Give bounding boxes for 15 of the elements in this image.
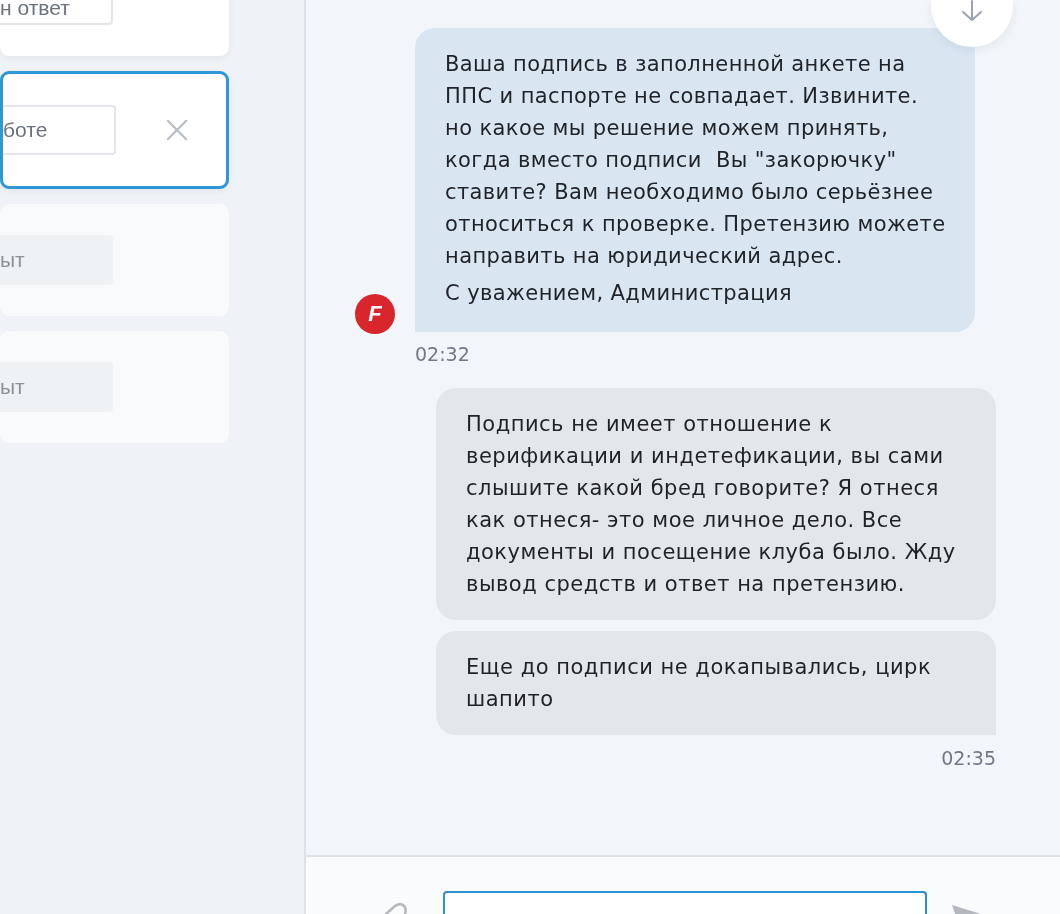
ticket-card[interactable]: н ответ <box>0 0 229 56</box>
status-field[interactable]: боте <box>3 105 116 155</box>
arrow-down-icon <box>961 0 983 22</box>
scroll-down-button[interactable] <box>931 0 1013 47</box>
message-text: Подпись не имеет отношение к верификации и индетефикации, вы сами слышите какой бред говорите? Я отнеся как отнеся- это мое личное дело. Все документы и посещение клуба было. Жду вывод средств и ответ на претензию. <box>466 411 957 598</box>
ticket-card[interactable]: боте <box>0 71 229 189</box>
message-input[interactable] <box>443 891 927 914</box>
status-field[interactable]: н ответ <box>0 0 113 25</box>
close-icon[interactable] <box>166 119 188 141</box>
message-text: Еще до подписи не докапывались, цирк шапито <box>466 654 933 713</box>
message-text: Ваша подпись в заполненной анкете на ППС и паспорте не совпадает. Извините. но какое мы решение можем принять, когда вместо подписи Вы "закорючку" ставите? Вам необходимо было серьёзнее относиться к проверке. Претензию можете направить на юридический адрес. <box>445 51 947 270</box>
avatar-logo: F <box>355 294 395 334</box>
message-text: С уважением, Администрация <box>445 280 794 307</box>
message-time: 02:35 <box>941 746 996 770</box>
message-time: 02:32 <box>415 342 470 366</box>
